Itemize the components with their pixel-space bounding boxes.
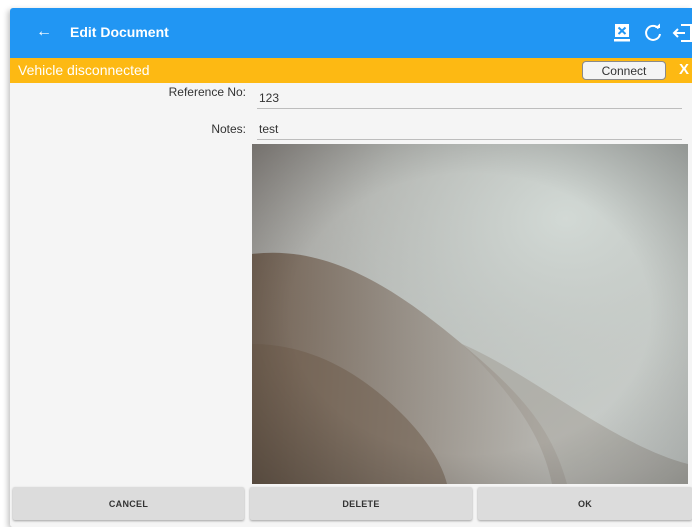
arrow-left-icon: ←	[36, 23, 52, 40]
refresh-button[interactable]	[642, 22, 664, 44]
dismiss-button[interactable]: X	[679, 61, 689, 78]
refresh-icon	[645, 23, 661, 41]
page-title: Edit Document	[70, 24, 169, 40]
document-photo	[252, 144, 688, 484]
document-remove-button[interactable]	[611, 22, 633, 44]
status-message: Vehicle disconnected	[18, 62, 150, 78]
app-window: ← Edit Document Vehicle disconnected Con	[10, 8, 692, 527]
back-button[interactable]: ←	[32, 20, 56, 44]
cancel-button[interactable]: CANCEL	[13, 487, 244, 520]
notes-label: Notes:	[211, 122, 246, 136]
logout-icon	[672, 24, 692, 42]
reference-input[interactable]	[257, 87, 682, 109]
notes-input[interactable]	[257, 118, 682, 140]
ok-button[interactable]: OK	[478, 487, 692, 520]
app-bar: ← Edit Document	[10, 8, 692, 58]
reference-label: Reference No:	[168, 85, 246, 99]
connect-button[interactable]: Connect	[582, 61, 666, 80]
logout-button[interactable]	[672, 22, 692, 44]
document-remove-icon	[614, 24, 630, 42]
connection-status-bar: Vehicle disconnected Connect X	[10, 58, 692, 83]
delete-button[interactable]: DELETE	[250, 487, 472, 520]
